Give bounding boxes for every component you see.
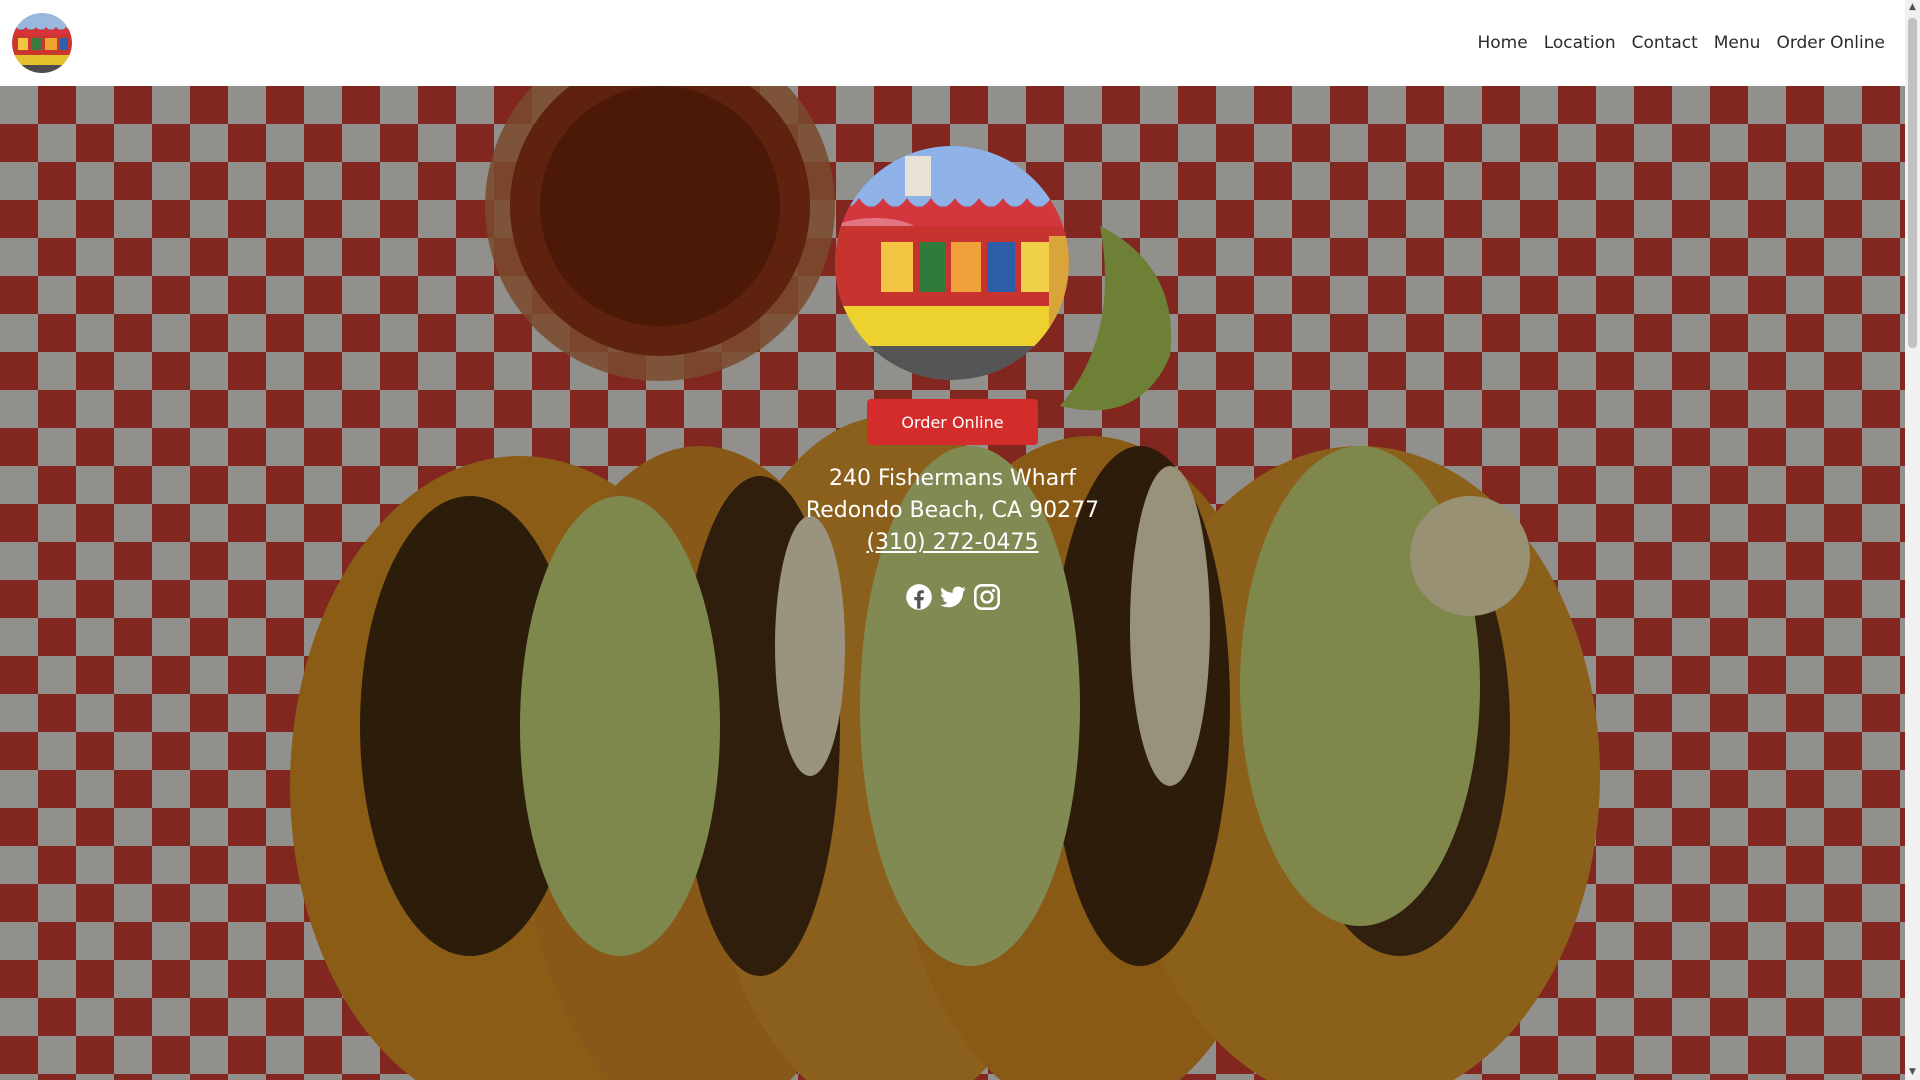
- page-scrollbar[interactable]: ▲ ▼: [1905, 0, 1920, 1080]
- site-header: Home Location Contact Menu Order Online: [0, 0, 1905, 86]
- nav-home[interactable]: Home: [1478, 33, 1528, 53]
- address-line-1: 240 Fishermans Wharf: [828, 466, 1077, 491]
- nav-contact[interactable]: Contact: [1632, 33, 1698, 53]
- brand-logo: [12, 13, 72, 73]
- twitter-icon[interactable]: [939, 583, 967, 611]
- scroll-down-arrow-icon[interactable]: ▼: [1905, 1065, 1920, 1080]
- nav-order-online[interactable]: Order Online: [1776, 33, 1885, 53]
- main-nav: Home Location Contact Menu Order Online: [1478, 33, 1886, 53]
- phone-link[interactable]: (310) 272-0475: [866, 530, 1038, 555]
- hero-section: Order Online 240 Fishermans Wharf Redond…: [0, 86, 1905, 1080]
- home-logo-link[interactable]: [12, 13, 72, 73]
- storefront-photo: [835, 146, 1069, 380]
- nav-location[interactable]: Location: [1544, 33, 1616, 53]
- nav-menu[interactable]: Menu: [1714, 33, 1761, 53]
- instagram-icon[interactable]: [973, 583, 1001, 611]
- facebook-icon[interactable]: [905, 583, 933, 611]
- phone-container: (310) 272-0475: [0, 530, 1905, 555]
- social-links: [0, 583, 1905, 611]
- scroll-thumb[interactable]: [1908, 18, 1917, 348]
- address-line-2: Redondo Beach, CA 90277: [805, 498, 1100, 523]
- scroll-up-arrow-icon[interactable]: ▲: [1905, 0, 1920, 15]
- order-online-button[interactable]: Order Online: [867, 399, 1038, 445]
